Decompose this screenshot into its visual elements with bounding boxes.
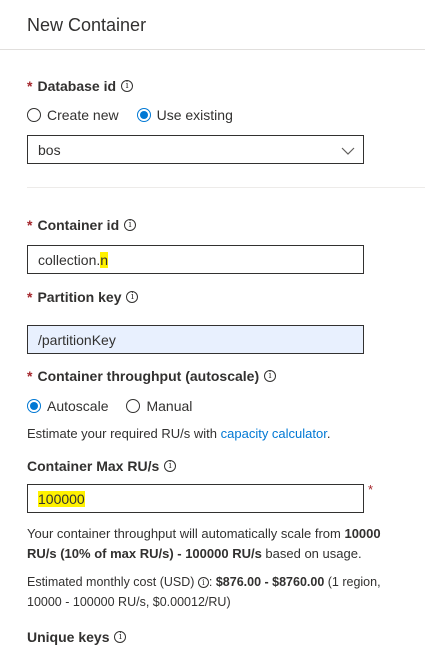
- partition-key-input[interactable]: /partitionKey: [27, 325, 364, 354]
- throughput-radio-group: Autoscale Manual: [27, 398, 192, 414]
- unique-keys-label-text: Unique keys: [27, 629, 110, 645]
- scale-min-value: 10000: [344, 526, 381, 541]
- database-select[interactable]: bos: [27, 135, 364, 164]
- capacity-calculator-link[interactable]: capacity calculator: [221, 426, 327, 441]
- cost-detail-2: 10000 - 100000 RU/s, $0.00012/RU): [27, 595, 231, 609]
- scale-info-prefix: Your container throughput will automatic…: [27, 526, 345, 541]
- info-icon[interactable]: i: [164, 460, 177, 472]
- database-id-label-text: Database id: [37, 78, 117, 94]
- chevron-down-icon: [341, 147, 355, 155]
- section-divider: [27, 187, 425, 188]
- throughput-label: * Container throughput (autoscale) i: [27, 368, 277, 384]
- info-icon[interactable]: i: [114, 631, 127, 643]
- cost-detail-1: (1 region,: [324, 575, 381, 589]
- partition-key-value: /partitionKey: [38, 331, 116, 348]
- required-marker: *: [368, 482, 374, 497]
- required-marker: *: [27, 78, 33, 94]
- container-id-label: * Container id i: [27, 217, 137, 233]
- panel-title: New Container: [27, 15, 147, 35]
- required-marker: *: [27, 368, 33, 384]
- autoscale-radio[interactable]: [27, 399, 41, 413]
- estimate-text: Estimate your required RU/s with capacit…: [27, 424, 330, 444]
- cost-colon: :: [208, 575, 216, 589]
- scale-info-suffix: based on usage.: [261, 546, 362, 561]
- partition-key-label: * Partition key i: [27, 289, 139, 305]
- info-icon[interactable]: i: [121, 80, 134, 92]
- estimate-suffix: .: [326, 426, 331, 441]
- info-icon[interactable]: i: [124, 219, 137, 231]
- estimate-prefix: Estimate your required RU/s with: [27, 426, 221, 441]
- throughput-label-text: Container throughput (autoscale): [37, 368, 260, 384]
- container-id-value: collection.: [38, 251, 101, 268]
- database-id-label: * Database id i: [27, 78, 134, 94]
- required-marker: *: [27, 289, 33, 305]
- max-ru-input[interactable]: 100000: [27, 484, 364, 513]
- container-id-input[interactable]: collection. n: [27, 245, 364, 274]
- max-ru-label-text: Container Max RU/s: [27, 458, 160, 474]
- autoscale-info: Your container throughput will automatic…: [27, 524, 422, 564]
- info-icon[interactable]: i: [126, 291, 139, 303]
- cost-estimate: Estimated monthly cost (USD) i: $876.00 …: [27, 572, 422, 612]
- partition-key-label-text: Partition key: [37, 289, 122, 305]
- info-icon[interactable]: i: [197, 576, 209, 588]
- use-existing-label[interactable]: Use existing: [157, 107, 233, 123]
- create-new-label[interactable]: Create new: [47, 107, 119, 123]
- manual-radio[interactable]: [126, 399, 141, 413]
- autoscale-label[interactable]: Autoscale: [47, 398, 108, 414]
- cost-prefix: Estimated monthly cost (USD): [27, 575, 198, 589]
- database-radio-group: Create new Use existing: [27, 107, 233, 123]
- create-new-radio[interactable]: [27, 108, 41, 122]
- required-marker: *: [27, 217, 33, 233]
- scale-range: RU/s (10% of max RU/s) - 100000 RU/s: [27, 546, 262, 561]
- panel-header: New Container: [0, 0, 425, 50]
- unique-keys-label: Unique keys i: [27, 629, 127, 645]
- container-id-value-highlight: n: [100, 251, 109, 268]
- info-icon[interactable]: i: [264, 370, 277, 382]
- manual-label[interactable]: Manual: [146, 398, 192, 414]
- database-select-value: bos: [38, 141, 61, 158]
- max-ru-label: Container Max RU/s i: [27, 458, 177, 474]
- max-ru-value: 100000: [38, 490, 85, 507]
- cost-amount: $876.00 - $8760.00: [215, 575, 325, 589]
- use-existing-radio[interactable]: [136, 108, 151, 122]
- container-id-label-text: Container id: [37, 217, 120, 233]
